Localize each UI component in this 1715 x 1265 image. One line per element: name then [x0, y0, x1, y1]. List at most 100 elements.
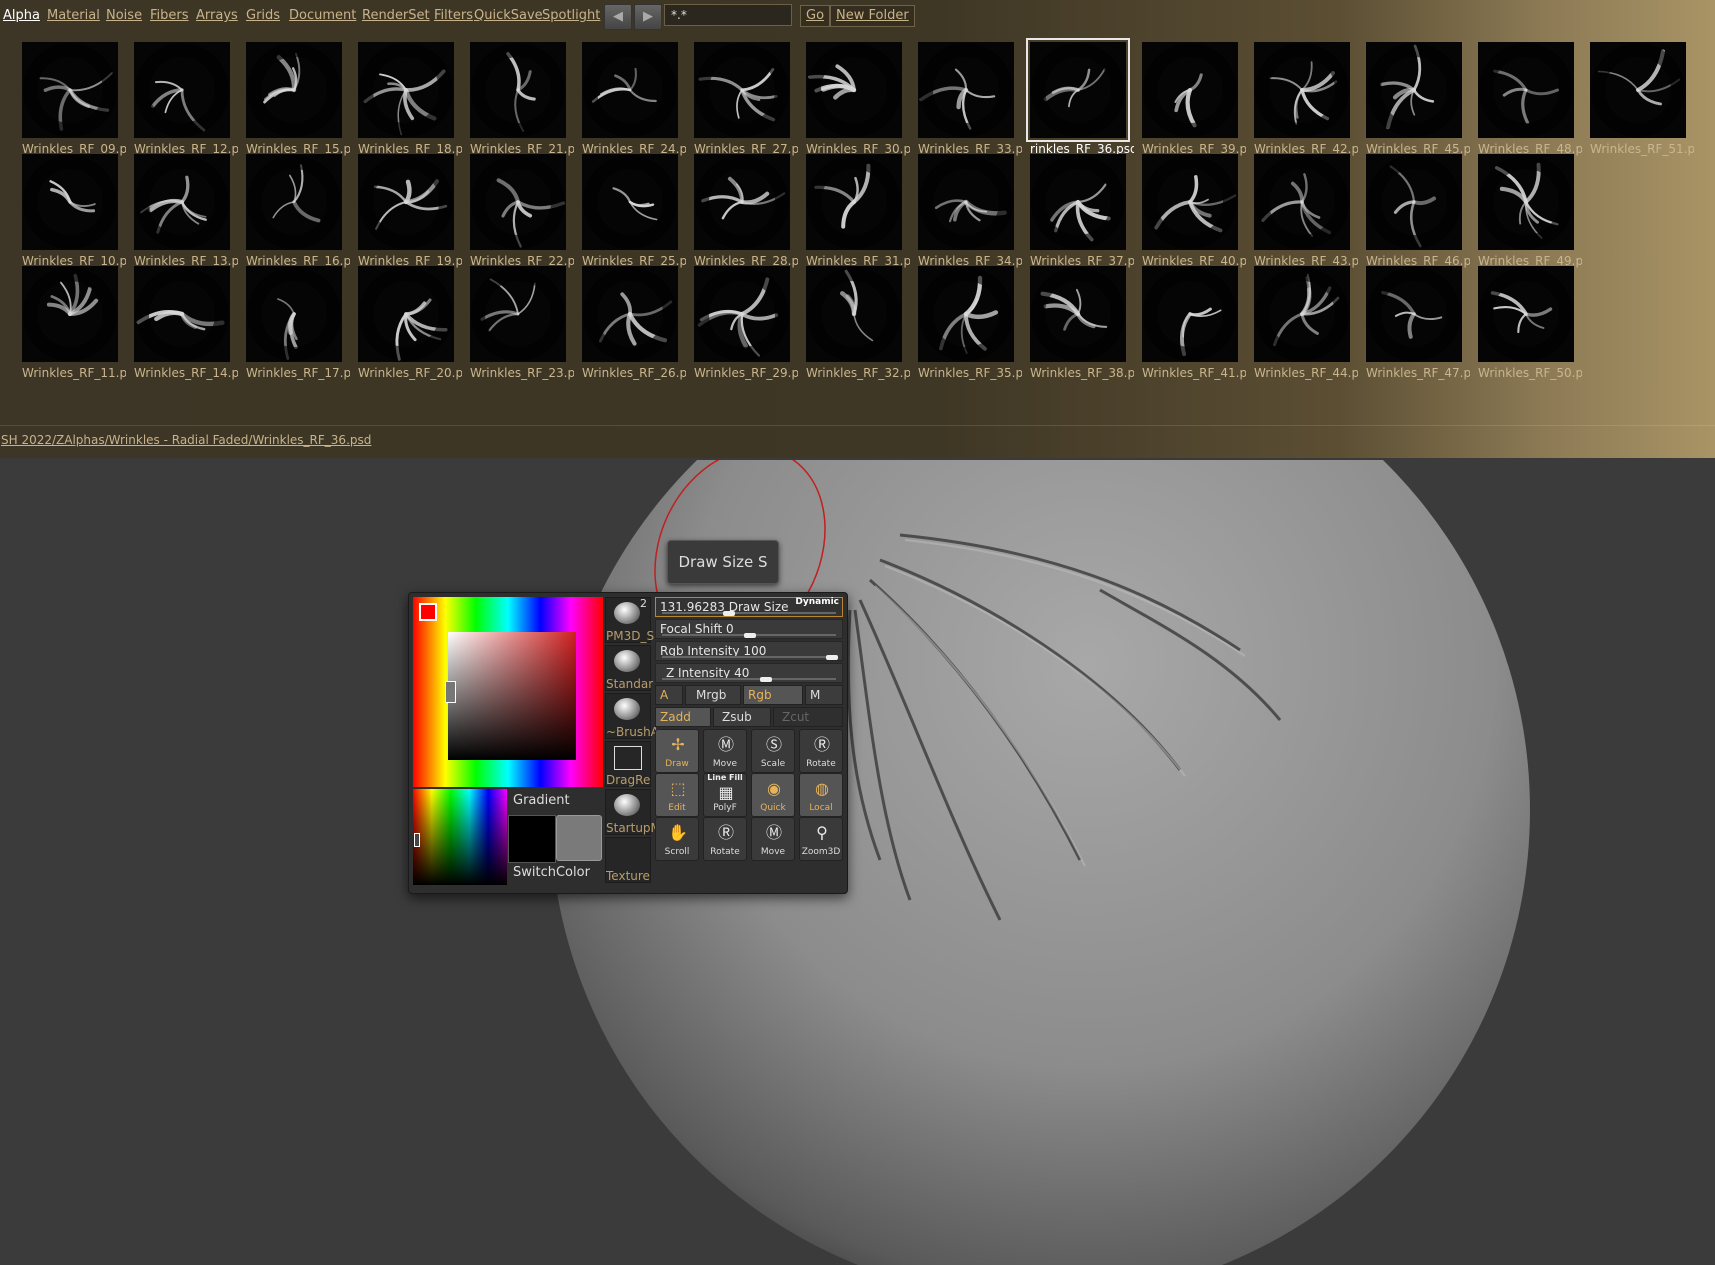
- alpha-thumbnail[interactable]: Wrinkles_RF_12.p: [124, 40, 238, 158]
- alpha-thumbnail[interactable]: Wrinkles_RF_29.p: [684, 264, 798, 382]
- toggle-zcut[interactable]: Zcut: [773, 707, 843, 727]
- alpha-thumbnail[interactable]: Wrinkles_RF_15.p: [236, 40, 350, 158]
- tab-spotlight[interactable]: Spotlight: [542, 8, 600, 23]
- tab-fibers[interactable]: Fibers: [150, 8, 189, 23]
- alpha-thumbnail[interactable]: Wrinkles_RF_09.p: [12, 40, 126, 158]
- alpha-thumbnail[interactable]: Wrinkles_RF_45.p: [1356, 40, 1470, 158]
- canvas-viewport[interactable]: [0, 460, 1715, 1265]
- tab-material[interactable]: Material: [47, 8, 100, 23]
- alpha-thumbnail[interactable]: Wrinkles_RF_10.p: [12, 152, 126, 270]
- tool-edit-button[interactable]: ⬚ Edit: [655, 773, 699, 817]
- slider-knob[interactable]: [826, 655, 838, 660]
- alpha-thumbnail[interactable]: Wrinkles_RF_18.p: [348, 40, 462, 158]
- tool-move-button[interactable]: Ⓜ Move: [751, 817, 795, 861]
- alpha-thumbnail[interactable]: Wrinkles_RF_23.p: [460, 264, 574, 382]
- saturation-value-square[interactable]: [448, 632, 576, 760]
- alpha-thumbnail[interactable]: Wrinkles_RF_37.p: [1020, 152, 1134, 270]
- alpha-thumbnail[interactable]: Wrinkles_RF_47.p: [1356, 264, 1470, 382]
- alpha-thumbnail[interactable]: Wrinkles_RF_35.p: [908, 264, 1022, 382]
- alpha-thumbnail[interactable]: Wrinkles_RF_16.p: [236, 152, 350, 270]
- slider-2[interactable]: Focal Shift 0: [655, 619, 843, 639]
- alpha-thumbnail[interactable]: Wrinkles_RF_17.p: [236, 264, 350, 382]
- slider-4[interactable]: Z Intensity 40: [655, 663, 843, 683]
- slider-knob[interactable]: [760, 677, 773, 682]
- slider-3[interactable]: Rgb Intensity 100: [655, 641, 843, 661]
- toggle-m[interactable]: M: [805, 685, 843, 705]
- alpha-thumbnail[interactable]: Wrinkles_RF_33.p: [908, 40, 1022, 158]
- color-picker[interactable]: [413, 597, 603, 787]
- slider-knob[interactable]: [744, 633, 756, 638]
- tool-rotate-button[interactable]: Ⓡ Rotate: [703, 817, 747, 861]
- file-path[interactable]: SH 2022/ZAlphas/Wrinkles - Radial Faded/…: [1, 433, 371, 447]
- palette-slot-4[interactable]: DragRe: [605, 741, 651, 787]
- tool-scroll-button[interactable]: ✋ Scroll: [655, 817, 699, 861]
- alpha-thumbnail[interactable]: Wrinkles_RF_40.p: [1132, 152, 1246, 270]
- alpha-thumbnail[interactable]: Wrinkles_RF_51.p: [1580, 40, 1694, 158]
- tool-zoom3d-button[interactable]: ⚲ Zoom3D: [799, 817, 843, 861]
- tool-quick-button[interactable]: ◉ Quick: [751, 773, 795, 817]
- alpha-thumbnail[interactable]: Wrinkles_RF_49.p: [1468, 152, 1582, 270]
- alpha-thumbnail[interactable]: Wrinkles_RF_39.p: [1132, 40, 1246, 158]
- prev-arrow-icon[interactable]: ◀: [604, 4, 632, 30]
- toggle-zadd[interactable]: Zadd: [655, 707, 711, 727]
- alpha-thumbnail[interactable]: Wrinkles_RF_46.p: [1356, 152, 1470, 270]
- hue-gradient-picker[interactable]: [413, 789, 507, 885]
- gradient-label[interactable]: Gradient: [513, 793, 570, 808]
- alpha-thumbnail[interactable]: Wrinkles_RF_13.p: [124, 152, 238, 270]
- tab-arrays[interactable]: Arrays: [196, 8, 238, 23]
- go-button[interactable]: Go: [800, 5, 831, 27]
- tab-alpha[interactable]: Alpha: [3, 8, 40, 23]
- alpha-thumbnail[interactable]: Wrinkles_RF_32.p: [796, 264, 910, 382]
- alpha-thumbnail[interactable]: Wrinkles_RF_24.p: [572, 40, 686, 158]
- alpha-thumbnail[interactable]: Wrinkles_RF_14.p: [124, 264, 238, 382]
- tab-filters[interactable]: Filters: [434, 8, 473, 23]
- palette-slot-5[interactable]: StartupM: [605, 789, 661, 835]
- tab-document[interactable]: Document: [289, 8, 356, 23]
- slider-knob[interactable]: [722, 611, 735, 616]
- alpha-thumbnail[interactable]: Wrinkles_RF_20.p: [348, 264, 462, 382]
- toggle-zsub[interactable]: Zsub: [713, 707, 771, 727]
- alpha-thumbnail[interactable]: Wrinkles_RF_41.p: [1132, 264, 1246, 382]
- alpha-thumbnail[interactable]: Wrinkles_RF_43.p: [1244, 152, 1358, 270]
- alpha-thumbnail[interactable]: Wrinkles_RF_26.p: [572, 264, 686, 382]
- palette-slot-6[interactable]: Texture: [605, 837, 651, 883]
- tool-polyf-button[interactable]: ▦ Line Fill PolyF: [703, 773, 747, 817]
- tab-renderset[interactable]: RenderSet: [362, 8, 430, 23]
- alpha-thumbnail[interactable]: Wrinkles_RF_28.p: [684, 152, 798, 270]
- tab-grids[interactable]: Grids: [246, 8, 280, 23]
- filter-input[interactable]: [664, 4, 792, 26]
- slider-1[interactable]: 131.96283 Draw Size Dynamic: [655, 597, 843, 617]
- main-color-swatch[interactable]: [508, 815, 556, 863]
- alpha-thumbnail[interactable]: Wrinkles_RF_50.p: [1468, 264, 1582, 382]
- alpha-thumbnail[interactable]: Wrinkles_RF_48.p: [1468, 40, 1582, 158]
- new-folder-button[interactable]: New Folder: [830, 5, 915, 27]
- alpha-thumbnail[interactable]: Wrinkles_RF_21.p: [460, 40, 574, 158]
- palette-slot-2[interactable]: Standar: [605, 645, 653, 691]
- tool-draw-button[interactable]: ✢ Draw: [655, 729, 699, 773]
- tool-scale-button[interactable]: Ⓢ Scale: [751, 729, 795, 773]
- toggle-a[interactable]: A: [655, 685, 683, 705]
- alpha-thumbnail[interactable]: Wrinkles_RF_11.p: [12, 264, 126, 382]
- alpha-thumbnail[interactable]: Wrinkles_RF_30.p: [796, 40, 910, 158]
- alpha-thumbnail[interactable]: Wrinkles_RF_31.p: [796, 152, 910, 270]
- alpha-thumbnail[interactable]: rinkles_RF_36.psd: [1020, 38, 1134, 158]
- tool-rotate-button[interactable]: Ⓡ Rotate: [799, 729, 843, 773]
- alpha-thumbnail[interactable]: Wrinkles_RF_42.p: [1244, 40, 1358, 158]
- alpha-thumbnail[interactable]: Wrinkles_RF_22.p: [460, 152, 574, 270]
- tool-local-button[interactable]: ◍ Local: [799, 773, 843, 817]
- toggle-rgb[interactable]: Rgb: [743, 685, 803, 705]
- tab-quicksave[interactable]: QuickSave: [474, 8, 543, 23]
- alpha-thumbnail[interactable]: Wrinkles_RF_27.p: [684, 40, 798, 158]
- next-arrow-icon[interactable]: ▶: [634, 4, 662, 30]
- toggle-mrgb[interactable]: Mrgb: [685, 685, 741, 705]
- switch-color-button[interactable]: SwitchColor: [513, 865, 590, 880]
- dynamic-badge[interactable]: Dynamic: [795, 597, 839, 607]
- hue-handle[interactable]: [414, 833, 420, 847]
- tool-move-button[interactable]: Ⓜ Move: [703, 729, 747, 773]
- alpha-thumbnail[interactable]: Wrinkles_RF_19.p: [348, 152, 462, 270]
- alpha-thumbnail[interactable]: Wrinkles_RF_38.p: [1020, 264, 1134, 382]
- alpha-thumbnail[interactable]: Wrinkles_RF_25.p: [572, 152, 686, 270]
- secondary-color-swatch[interactable]: [556, 815, 602, 861]
- palette-slot-3[interactable]: ~BrushA: [605, 693, 659, 739]
- alpha-thumbnail[interactable]: Wrinkles_RF_34.p: [908, 152, 1022, 270]
